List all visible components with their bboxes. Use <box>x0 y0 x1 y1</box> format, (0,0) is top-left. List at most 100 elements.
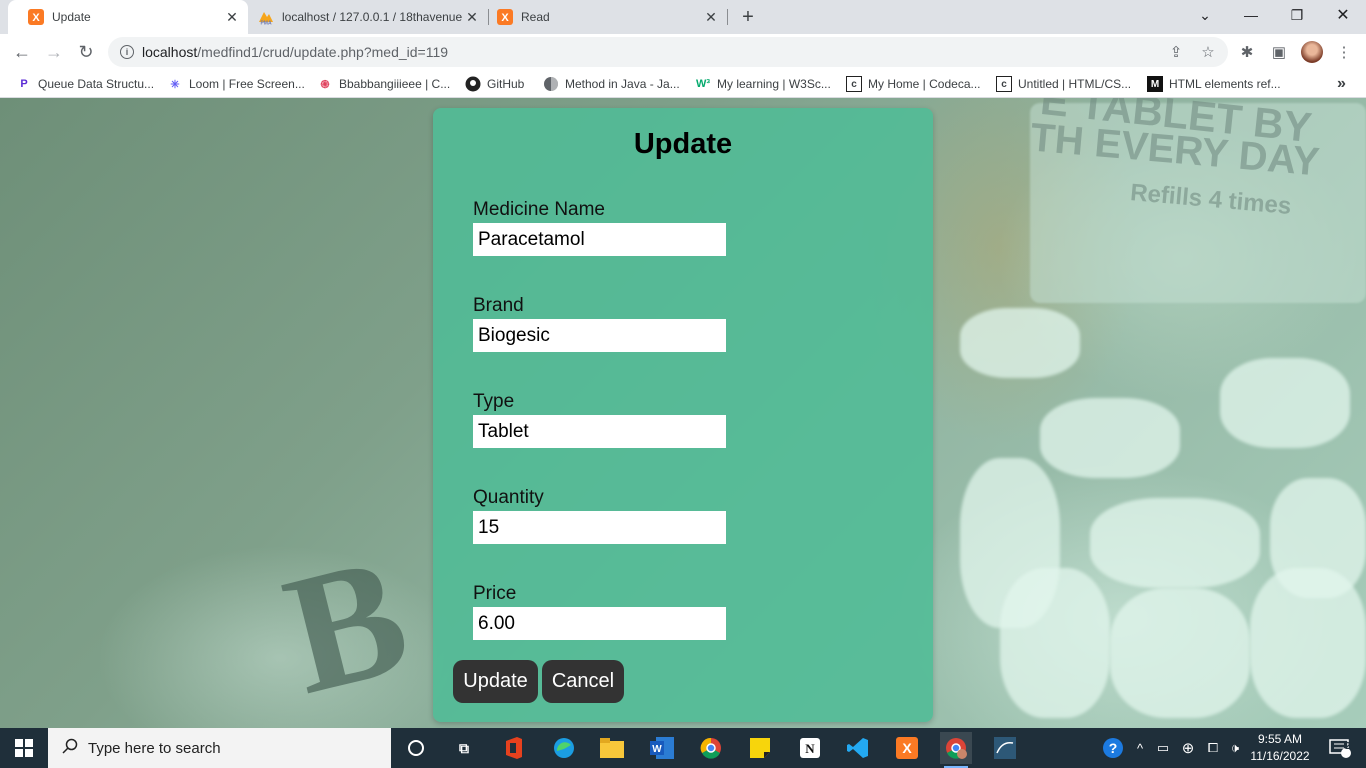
sticky-notes-icon[interactable] <box>744 732 776 764</box>
medicine-name-input[interactable] <box>473 223 726 256</box>
tab-search-chevron-icon[interactable]: ⌄ <box>1182 0 1228 30</box>
close-icon[interactable]: ✕ <box>703 9 719 25</box>
task-view-icon[interactable]: ⧉ <box>448 732 480 764</box>
bookmarks-bar: P Queue Data Structu... ✳ Loom | Free Sc… <box>0 70 1366 98</box>
xampp-icon: X <box>497 9 513 25</box>
page-background: E TABLET BY TH EVERY DAY Refills 4 times… <box>0 98 1366 728</box>
bookmark-item[interactable]: c My Home | Codeca... <box>846 75 981 93</box>
bookmark-star-icon[interactable]: ☆ <box>1194 38 1222 66</box>
price-input[interactable] <box>473 607 726 640</box>
extensions-puzzle-icon[interactable]: ✱ <box>1233 38 1261 66</box>
bookmark-item[interactable]: ֍ Bbabbangiiieee | C... <box>317 75 451 93</box>
pill <box>1220 358 1350 448</box>
more-bookmarks-chevron-icon[interactable]: » <box>1337 75 1346 93</box>
openai-icon: ֍ <box>320 78 330 91</box>
notion-icon[interactable]: N <box>794 732 826 764</box>
office-icon[interactable] <box>498 732 530 764</box>
pill <box>1040 398 1180 478</box>
pill <box>1250 568 1366 718</box>
bookmark-item[interactable]: GitHub <box>465 75 524 93</box>
forward-arrow-icon[interactable]: → <box>40 38 68 66</box>
word-icon[interactable]: W <box>646 732 678 764</box>
pill <box>1090 498 1260 588</box>
show-hidden-icons-chevron-icon[interactable]: ^ <box>1130 728 1150 768</box>
xampp-icon[interactable]: X <box>891 732 923 764</box>
bookmark-label: Method in Java - Ja... <box>565 77 680 91</box>
notification-center-icon[interactable]: 2 <box>1320 728 1360 768</box>
tab-title: Update <box>52 10 91 24</box>
network-globe-icon[interactable]: ⊕ <box>1176 728 1200 768</box>
volume-icon[interactable]: 🕩 <box>1226 728 1244 768</box>
taskbar-search-box[interactable]: Type here to search <box>48 728 391 768</box>
svg-text:PMA: PMA <box>260 21 272 26</box>
bookmark-item[interactable]: ✳ Loom | Free Screen... <box>167 75 305 93</box>
svg-text:X: X <box>501 12 509 24</box>
form-title: Update <box>633 128 733 160</box>
bookmark-item[interactable]: M HTML elements ref... <box>1147 75 1281 93</box>
type-input[interactable] <box>473 415 726 448</box>
bookmark-label: Queue Data Structu... <box>38 77 155 91</box>
minimize-icon[interactable]: — <box>1228 0 1274 30</box>
bookmark-label: HTML elements ref... <box>1169 77 1281 91</box>
tab-phpmyadmin[interactable]: PMA localhost / 127.0.0.1 / 18thavenue ✕ <box>238 0 488 34</box>
new-tab-plus-icon[interactable]: + <box>736 5 760 29</box>
bookmark-label: Bbabbangiiieee | C... <box>339 77 451 91</box>
restore-icon[interactable]: ❐ <box>1274 0 1320 30</box>
vscode-icon[interactable] <box>842 732 874 764</box>
taskbar-clock[interactable]: 9:55 AM 11/16/2022 <box>1244 731 1316 765</box>
chrome-icon[interactable] <box>695 732 727 764</box>
search-icon <box>62 738 78 758</box>
battery-icon[interactable]: ▭ <box>1152 728 1174 768</box>
brand-input[interactable] <box>473 319 726 352</box>
cancel-button[interactable]: Cancel <box>542 660 624 703</box>
pill <box>1110 588 1250 718</box>
reload-icon[interactable]: ↻ <box>72 38 100 66</box>
bookmark-item[interactable]: c Untitled | HTML/CS... <box>996 75 1131 93</box>
clock-time: 9:55 AM <box>1257 732 1303 746</box>
cortana-icon[interactable] <box>400 732 432 764</box>
profile-avatar[interactable] <box>1301 41 1323 63</box>
back-arrow-icon[interactable]: ← <box>8 38 36 66</box>
bookmark-label: Loom | Free Screen... <box>189 77 305 91</box>
svg-text:?: ? <box>1109 740 1118 756</box>
edge-icon[interactable] <box>548 732 580 764</box>
p-icon: P <box>20 78 28 90</box>
brand-label: Brand <box>473 295 524 316</box>
windows-start-icon[interactable] <box>0 728 48 768</box>
medicine-name-label: Medicine Name <box>473 199 605 220</box>
tab-title: localhost / 127.0.0.1 / 18thavenue <box>282 10 463 24</box>
bookmark-label: GitHub <box>487 77 525 91</box>
pill <box>960 308 1080 378</box>
svg-text:N: N <box>805 741 815 756</box>
address-bar[interactable]: i localhost/medfind1/crud/update.php?med… <box>108 37 1228 67</box>
update-form-card: Update Medicine Name Brand Type Quantity… <box>433 108 933 722</box>
tab-read[interactable]: X Read ✕ <box>477 0 727 34</box>
help-icon[interactable]: ? <box>1100 728 1126 768</box>
w3schools-icon: W³ <box>695 78 711 90</box>
chrome-profile-icon[interactable] <box>940 732 972 768</box>
file-explorer-icon[interactable] <box>596 732 628 764</box>
display-icon[interactable]: ⧠ <box>1202 728 1224 768</box>
tab-separator <box>727 9 728 25</box>
bookmark-item[interactable]: P Queue Data Structu... <box>16 75 154 93</box>
update-button[interactable]: Update <box>453 660 538 703</box>
svg-text:W: W <box>652 744 662 755</box>
window-close-icon[interactable]: ✕ <box>1320 0 1366 30</box>
mysql-workbench-icon[interactable] <box>989 732 1021 764</box>
notification-count: 2 <box>1345 741 1351 752</box>
clock-date: 11/16/2022 <box>1250 749 1310 763</box>
share-icon[interactable]: ⇪ <box>1162 38 1190 66</box>
mdn-icon: M <box>1147 76 1163 92</box>
bookmark-item[interactable]: Method in Java - Ja... <box>543 75 680 93</box>
side-panel-icon[interactable]: ▣ <box>1265 38 1293 66</box>
quantity-input[interactable] <box>473 511 726 544</box>
tab-update[interactable]: X Update ✕ <box>8 0 248 34</box>
search-placeholder: Type here to search <box>88 739 221 757</box>
bookmark-label: Untitled | HTML/CS... <box>1018 77 1132 91</box>
browser-toolbar: ← → ↻ i localhost/medfind1/crud/update.p… <box>0 34 1366 70</box>
quantity-label: Quantity <box>473 487 544 508</box>
menu-kebab-icon[interactable]: ⋮ <box>1330 38 1358 66</box>
bookmark-item[interactable]: W³ My learning | W3Sc... <box>695 75 831 93</box>
price-label: Price <box>473 583 517 604</box>
info-icon[interactable]: i <box>120 45 134 59</box>
